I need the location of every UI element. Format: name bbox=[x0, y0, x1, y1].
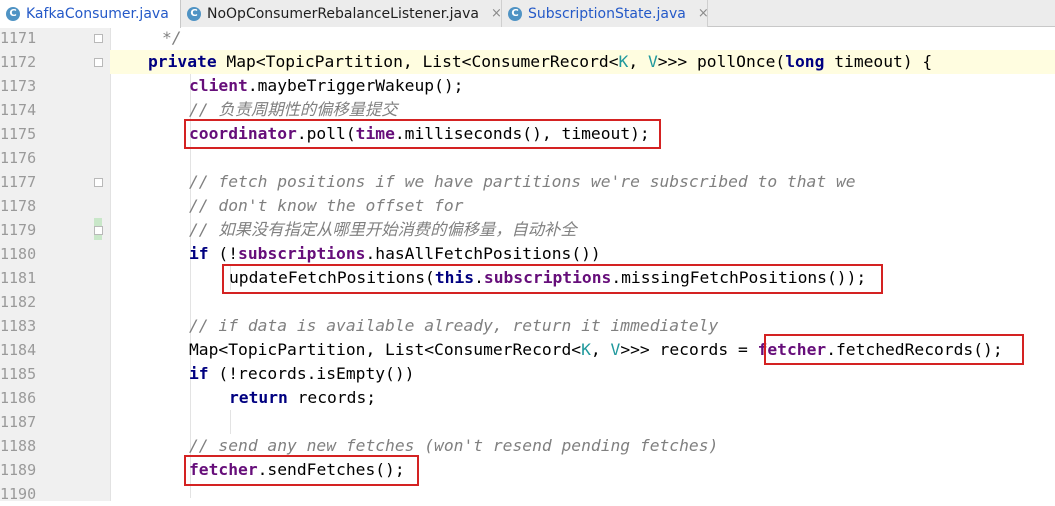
keyword: if bbox=[189, 244, 209, 263]
type-param: V bbox=[610, 340, 621, 359]
java-class-icon: C bbox=[6, 7, 20, 21]
line-number: 1189 bbox=[0, 461, 37, 479]
tab-label: SubscriptionState.java bbox=[528, 5, 686, 22]
code-editor[interactable]: */ private Map<TopicPartition, List<Cons… bbox=[110, 28, 1055, 501]
line-number: 1177 bbox=[0, 173, 37, 191]
fold-marker-icon[interactable] bbox=[94, 178, 103, 187]
line-number: 1183 bbox=[0, 317, 37, 335]
tab-label: KafkaConsumer.java bbox=[26, 6, 169, 22]
keyword: return bbox=[229, 388, 288, 407]
line-number: 1182 bbox=[0, 293, 37, 311]
code-text: records; bbox=[287, 388, 377, 407]
keyword: if bbox=[189, 364, 209, 383]
highlight-box-fetched-records bbox=[764, 334, 1024, 365]
line-number: 1179 bbox=[0, 221, 37, 239]
line-number: 1172 bbox=[0, 53, 37, 71]
code-line-1177: // fetch positions if we have partitions… bbox=[189, 172, 856, 191]
fold-marker-icon[interactable] bbox=[94, 58, 103, 67]
code-text: Map<TopicPartition, List<ConsumerRecord< bbox=[189, 340, 582, 359]
close-icon[interactable]: × bbox=[698, 6, 709, 21]
tab-label: NoOpConsumerRebalanceListener.java bbox=[207, 5, 479, 22]
code-text: >>> records = bbox=[620, 340, 758, 359]
highlight-box-coordinator-poll bbox=[184, 119, 661, 149]
code-line-1172: private Map<TopicPartition, List<Consume… bbox=[148, 50, 932, 74]
indent-guide bbox=[230, 410, 231, 434]
code-line-1180: if (!subscriptions.hasAllFetchPositions(… bbox=[189, 242, 601, 266]
line-number: 1178 bbox=[0, 197, 37, 215]
keyword: private bbox=[148, 52, 217, 71]
line-number: 1176 bbox=[0, 149, 37, 167]
code-text: (!records.isEmpty()) bbox=[208, 364, 415, 383]
code-line-1171: */ bbox=[162, 28, 182, 47]
code-line-1173: client.maybeTriggerWakeup(); bbox=[189, 74, 463, 98]
type-param: K bbox=[618, 52, 629, 71]
code-line-1185: if (!records.isEmpty()) bbox=[189, 362, 414, 386]
line-number: 1180 bbox=[0, 245, 37, 263]
code-line-1178: // don't know the offset for bbox=[189, 196, 464, 215]
highlight-box-send-fetches bbox=[184, 455, 419, 486]
line-number: 1188 bbox=[0, 437, 37, 455]
type-param: V bbox=[647, 52, 658, 71]
line-number: 1174 bbox=[0, 101, 37, 119]
line-number: 1173 bbox=[0, 77, 37, 95]
code-text: (! bbox=[208, 244, 239, 263]
editor-tab-bar: C KafkaConsumer.java × C NoOpConsumerReb… bbox=[0, 0, 1055, 28]
keyword: long bbox=[785, 52, 825, 71]
line-number: 1186 bbox=[0, 389, 37, 407]
line-number: 1184 bbox=[0, 341, 37, 359]
java-class-icon: C bbox=[187, 6, 201, 21]
code-line-1183: // if data is available already, return … bbox=[189, 316, 719, 335]
type-param: K bbox=[581, 340, 591, 359]
highlight-box-update-fetch-positions bbox=[222, 264, 883, 294]
tab-subscriptionstate[interactable]: C SubscriptionState.java × bbox=[502, 0, 709, 27]
tab-noopconsumerrebalancelistener[interactable]: C NoOpConsumerRebalanceListener.java × bbox=[181, 0, 502, 27]
code-text: .hasAllFetchPositions()) bbox=[365, 244, 601, 263]
field: subscriptions bbox=[238, 244, 366, 263]
line-number: 1187 bbox=[0, 413, 37, 431]
line-number: 1181 bbox=[0, 269, 37, 287]
fold-marker-icon[interactable] bbox=[94, 226, 103, 235]
line-number: 1190 bbox=[0, 485, 37, 503]
field: client bbox=[189, 76, 248, 95]
code-text: timeout) { bbox=[824, 52, 933, 71]
code-text: >>> pollOnce( bbox=[657, 52, 786, 71]
code-text: Map<TopicPartition, List<ConsumerRecord< bbox=[216, 52, 619, 71]
tab-kafkaconsumer[interactable]: C KafkaConsumer.java × bbox=[0, 0, 192, 28]
code-text: , bbox=[628, 52, 648, 71]
fold-marker-icon[interactable] bbox=[94, 34, 103, 43]
line-number: 1185 bbox=[0, 365, 37, 383]
line-number: 1175 bbox=[0, 125, 37, 143]
code-text: , bbox=[590, 340, 611, 359]
code-line-1179: // 如果没有指定从哪里开始消费的偏移量，自动补全 bbox=[189, 220, 577, 239]
close-icon[interactable]: × bbox=[491, 6, 502, 21]
java-class-icon: C bbox=[508, 6, 522, 21]
line-number: 1171 bbox=[0, 29, 37, 47]
code-text: .maybeTriggerWakeup(); bbox=[247, 76, 464, 95]
editor-gutter[interactable]: 1171 1172 1173 1174 1175 1176 1177 1178 … bbox=[0, 28, 110, 503]
code-line-1186: return records; bbox=[229, 386, 376, 410]
